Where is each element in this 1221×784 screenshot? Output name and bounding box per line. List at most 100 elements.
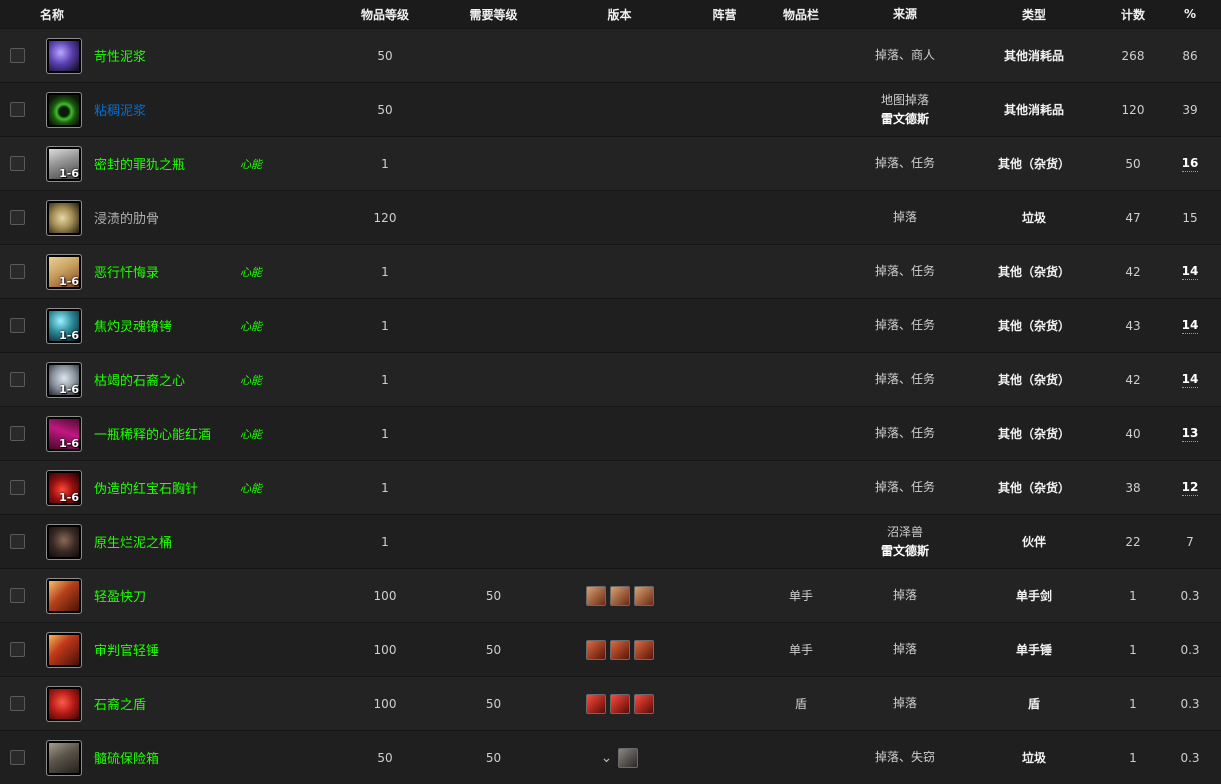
version-icon[interactable] <box>609 693 630 714</box>
source-zone-link[interactable]: 雷文德斯 <box>881 542 929 561</box>
lockbox-icon[interactable] <box>46 739 82 776</box>
count-value: 38 <box>1125 480 1141 495</box>
table-row[interactable]: 1-6 密封的罪犰之瓶 心能 1 掉落、任务 其他（杂货） 50 16 <box>0 136 1221 190</box>
table-row[interactable]: 1-6 恶行忏悔录 心能 1 掉落、任务 其他（杂货） 42 14 <box>0 244 1221 298</box>
col-header-source[interactable]: 来源 <box>835 5 975 24</box>
table-row[interactable]: 审判官轻锤 100 50 单手 掉落 单手锤 1 0.3 <box>0 622 1221 676</box>
version-icon[interactable] <box>585 639 606 660</box>
item-level-value: 1 <box>381 534 389 549</box>
item-name-link[interactable]: 原生烂泥之桶 <box>94 532 172 551</box>
item-name-link[interactable]: 轻盈快刀 <box>94 586 146 605</box>
version-icon[interactable] <box>585 585 606 606</box>
source-zone-link[interactable]: 雷文德斯 <box>881 110 929 129</box>
item-name-link[interactable]: 粘稠泥浆 <box>94 100 146 119</box>
table-row[interactable]: 1-6 伪造的红宝石胸针 心能 1 掉落、任务 其他（杂货） 38 12 <box>0 460 1221 514</box>
table-body: 苛性泥浆 50 掉落、商人 其他消耗品 268 86 粘稠泥浆 50 地图掉落 雷文德斯 其他消耗品… <box>0 28 1221 784</box>
row-checkbox[interactable] <box>9 318 25 333</box>
required-level-value: 50 <box>485 642 502 657</box>
chevron-down-icon[interactable]: ⌄ <box>601 750 613 766</box>
stone-heart-icon[interactable]: 1-6 <box>46 361 82 398</box>
table-row[interactable]: 1-6 一瓶稀释的心能红酒 心能 1 掉落、任务 其他（杂货） 40 13 <box>0 406 1221 460</box>
item-name-link[interactable]: 一瓶稀释的心能红酒 <box>94 424 211 443</box>
percent-link[interactable]: 13 <box>1181 426 1199 442</box>
type-value: 其他消耗品 <box>1003 103 1064 117</box>
col-header-name[interactable]: 名称 <box>0 6 240 23</box>
row-checkbox[interactable] <box>9 642 25 657</box>
percent-link[interactable]: 16 <box>1181 156 1199 172</box>
header-slot-label: 物品栏 <box>782 7 819 22</box>
row-checkbox[interactable] <box>9 156 25 171</box>
anima-tag: 心能 <box>240 481 262 495</box>
row-checkbox[interactable] <box>9 264 25 279</box>
table-row[interactable]: 髓硫保险箱 50 50 ⌄ 掉落、失窃 垃圾 1 0.3 <box>0 730 1221 784</box>
wine-bottle-icon[interactable]: 1-6 <box>46 415 82 452</box>
version-icon[interactable] <box>585 693 606 714</box>
percent-link[interactable]: 14 <box>1181 372 1199 388</box>
row-checkbox[interactable] <box>9 696 25 711</box>
rib-bone-icon[interactable] <box>46 199 82 236</box>
percent-link[interactable]: 14 <box>1181 318 1199 334</box>
row-checkbox[interactable] <box>9 426 25 441</box>
anima-tag: 心能 <box>240 265 262 279</box>
item-name-link[interactable]: 石裔之盾 <box>94 694 146 713</box>
table-row[interactable]: 苛性泥浆 50 掉落、商人 其他消耗品 268 86 <box>0 28 1221 82</box>
col-header-item-level[interactable]: 物品等级 <box>340 6 430 23</box>
mace-icon[interactable] <box>46 631 82 668</box>
table-row[interactable]: 原生烂泥之桶 1 沼泽兽 雷文德斯 伙伴 22 7 <box>0 514 1221 568</box>
version-icon[interactable] <box>633 693 654 714</box>
version-icon[interactable] <box>618 747 639 768</box>
table-row[interactable]: 轻盈快刀 100 50 单手 掉落 单手剑 1 0.3 <box>0 568 1221 622</box>
ruby-brooch-icon[interactable]: 1-6 <box>46 469 82 506</box>
ooze-barrel-icon[interactable] <box>46 523 82 560</box>
row-checkbox[interactable] <box>9 480 25 495</box>
item-name-link[interactable]: 审判官轻锤 <box>94 640 159 659</box>
item-name-link[interactable]: 苛性泥浆 <box>94 46 146 65</box>
item-name-link[interactable]: 髓硫保险箱 <box>94 748 159 767</box>
row-checkbox[interactable] <box>9 372 25 387</box>
row-checkbox[interactable] <box>9 534 25 549</box>
version-icon[interactable] <box>609 585 630 606</box>
item-name-link[interactable]: 密封的罪犰之瓶 <box>94 154 185 173</box>
item-name-link[interactable]: 枯竭的石裔之心 <box>94 370 185 389</box>
item-name-link[interactable]: 伪造的红宝石胸针 <box>94 478 198 497</box>
item-level-value: 100 <box>373 696 397 711</box>
table-row[interactable]: 1-6 焦灼灵魂镣铐 心能 1 掉落、任务 其他（杂货） 43 14 <box>0 298 1221 352</box>
table-row[interactable]: 浸渍的肋骨 120 掉落 垃圾 47 15 <box>0 190 1221 244</box>
sealed-flask-icon[interactable]: 1-6 <box>46 145 82 182</box>
row-checkbox[interactable] <box>9 102 25 117</box>
row-checkbox[interactable] <box>9 588 25 603</box>
stack-quantity: 1-6 <box>59 328 79 342</box>
version-icon[interactable] <box>633 639 654 660</box>
purple-crystal-icon[interactable] <box>46 37 82 74</box>
green-ring-icon[interactable] <box>46 91 82 128</box>
item-name-link[interactable]: 焦灼灵魂镣铐 <box>94 316 172 335</box>
col-header-type[interactable]: 类型 <box>975 6 1093 23</box>
col-header-version[interactable]: 版本 <box>557 6 682 23</box>
percent-link[interactable]: 14 <box>1181 264 1199 280</box>
version-icon[interactable] <box>609 639 630 660</box>
percent-link[interactable]: 12 <box>1181 480 1199 496</box>
percent-value: 7 <box>1186 534 1194 549</box>
col-header-count[interactable]: 计数 <box>1093 6 1173 23</box>
anima-tag: 心能 <box>240 319 262 333</box>
table-row[interactable]: 1-6 枯竭的石裔之心 心能 1 掉落、任务 其他（杂货） 42 14 <box>0 352 1221 406</box>
table-row[interactable]: 石裔之盾 100 50 盾 掉落 盾 1 0.3 <box>0 676 1221 730</box>
col-header-percent[interactable]: % <box>1173 7 1207 21</box>
col-header-req-level[interactable]: 需要等级 <box>430 6 557 23</box>
soul-shackle-icon[interactable]: 1-6 <box>46 307 82 344</box>
shield-icon[interactable] <box>46 685 82 722</box>
row-checkbox[interactable] <box>9 48 25 63</box>
sword-icon[interactable] <box>46 577 82 614</box>
row-checkbox[interactable] <box>9 750 25 765</box>
header-percent-label: % <box>1183 7 1197 21</box>
slot-value: 盾 <box>794 697 807 711</box>
col-header-slot[interactable]: 物品栏 <box>767 6 835 23</box>
count-value: 1 <box>1129 588 1137 603</box>
scroll-icon[interactable]: 1-6 <box>46 253 82 290</box>
item-name-link[interactable]: 恶行忏悔录 <box>94 262 159 281</box>
version-icon[interactable] <box>633 585 654 606</box>
row-checkbox[interactable] <box>9 210 25 225</box>
item-name-link[interactable]: 浸渍的肋骨 <box>94 208 159 227</box>
table-row[interactable]: 粘稠泥浆 50 地图掉落 雷文德斯 其他消耗品 120 39 <box>0 82 1221 136</box>
col-header-faction[interactable]: 阵营 <box>682 6 767 23</box>
